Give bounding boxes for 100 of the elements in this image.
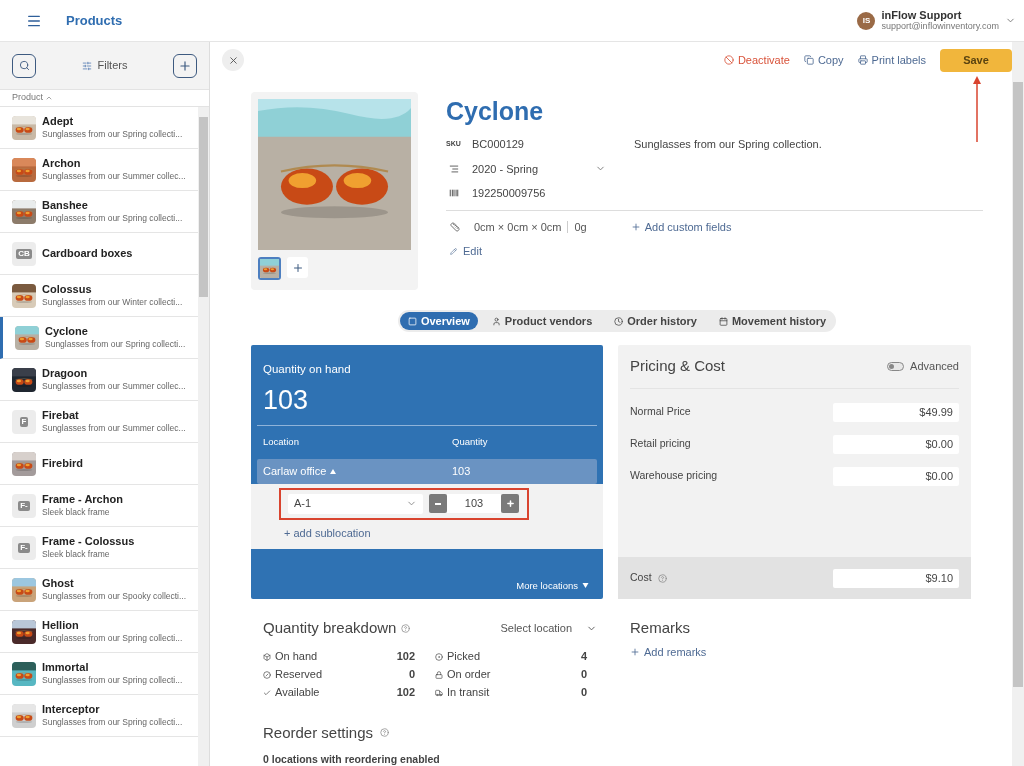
product-description: Sunglasses from our Summer collec... <box>42 169 186 183</box>
minus-icon <box>435 502 441 505</box>
product-description: Sunglasses from our Spring collecti... <box>42 631 183 645</box>
tab[interactable]: Order history <box>606 312 705 330</box>
location-quantity: 103 <box>452 463 471 479</box>
truck-icon <box>435 688 443 697</box>
help-icon <box>380 728 390 738</box>
more-locations-button[interactable]: More locations <box>516 578 589 593</box>
product-title: Cyclone <box>446 96 545 126</box>
product-name: Archon <box>42 156 82 170</box>
advanced-label: Advanced <box>910 359 959 375</box>
dimensions[interactable]: 0cm × 0cm × 0cm <box>474 218 562 235</box>
product-description: Sleek black frame <box>42 505 111 519</box>
scrollbar[interactable] <box>198 107 209 766</box>
product-name: Frame - Colossus <box>42 534 135 548</box>
quantity-total: 103 <box>263 384 310 417</box>
filters-button[interactable]: Filters <box>81 57 128 74</box>
lock-icon <box>435 670 443 679</box>
category-dropdown[interactable]: 2020 - Spring <box>446 160 606 177</box>
deactivate-button[interactable]: Deactivate <box>723 51 790 69</box>
breakdown-label: On hand <box>275 649 318 665</box>
clock-icon <box>614 316 624 326</box>
product-name: Interceptor <box>42 702 101 716</box>
person-icon <box>491 316 501 326</box>
price-input[interactable]: $0.00 <box>833 466 959 486</box>
breakdown-value: 102 <box>396 649 415 665</box>
breakdown-value: 0 <box>580 667 587 683</box>
calendar-icon <box>718 316 728 326</box>
product-description: Sunglasses from our Spring collecti... <box>42 715 183 729</box>
product-name: Adept <box>42 114 75 128</box>
location-select[interactable]: Select location <box>500 620 597 637</box>
breakdown-value: 0 <box>408 667 415 683</box>
location-name: Carlaw office <box>263 462 452 480</box>
price-input[interactable]: $0.00 <box>833 434 959 454</box>
product-name: Cyclone <box>45 324 89 338</box>
product-description: Sunglasses from our Summer collec... <box>42 379 186 393</box>
tab[interactable]: Overview <box>399 312 478 330</box>
blocked-icon <box>263 670 271 679</box>
breakdown-title: Quantity breakdown <box>263 618 397 638</box>
tab[interactable]: Product vendors <box>483 312 601 330</box>
price-label: Retail pricing <box>630 436 691 452</box>
product-name: Banshee <box>42 198 89 212</box>
description-field[interactable]: Sunglasses from our Spring collection. <box>634 136 983 194</box>
triangle-down-icon <box>582 583 589 589</box>
decrement-button[interactable] <box>429 494 447 513</box>
sku-value[interactable]: BC000129 <box>472 136 524 153</box>
product-name: Dragoon <box>42 366 89 380</box>
save-button[interactable]: Save <box>940 48 1012 72</box>
breakdown-label: Picked <box>447 649 481 665</box>
product-description: Sleek black frame <box>42 547 111 561</box>
plus-icon <box>291 261 304 274</box>
help-icon <box>401 623 411 633</box>
scrollbar[interactable] <box>1012 42 1024 766</box>
add-button[interactable] <box>173 53 197 78</box>
column-header: Quantity <box>452 435 488 450</box>
breakdown-value: 4 <box>580 649 587 665</box>
increment-button[interactable] <box>501 494 519 513</box>
check-icon <box>263 688 271 697</box>
product-list-item[interactable]: Cyclone Sunglasses from our Spring collecti... <box>0 317 198 359</box>
copy-button[interactable]: Copy <box>803 51 844 69</box>
account-menu[interactable]: IS inFlow Support support@inflowinventory.com <box>857 9 1016 32</box>
ruler-icon <box>450 221 460 232</box>
reorder-summary: 0 locations with reordering enabled <box>263 752 441 766</box>
product-name: Cardboard boxes <box>42 247 133 260</box>
barcode-value[interactable]: 192250009756 <box>472 185 546 202</box>
advanced-toggle[interactable] <box>887 362 905 371</box>
price-input[interactable]: $49.99 <box>833 402 959 422</box>
product-name: Frame - Archon <box>42 492 123 506</box>
print-button[interactable]: Print labels <box>857 51 926 69</box>
weight[interactable]: 0g <box>574 218 587 235</box>
pricing-title: Pricing & Cost <box>630 356 726 377</box>
cost-input[interactable]: $9.10 <box>833 568 959 588</box>
sort-header[interactable]: Product <box>12 91 54 105</box>
product-description: Sunglasses from our Spring collecti... <box>42 127 183 141</box>
close-button[interactable] <box>222 49 244 71</box>
quantity-input[interactable]: 103 <box>447 494 501 513</box>
add-sublocation-link[interactable]: + add sublocation <box>284 524 371 541</box>
placeholder-thumbnail: F <box>12 409 36 434</box>
annotation-arrow <box>973 76 981 142</box>
search-icon <box>18 60 30 71</box>
search-button[interactable] <box>12 53 36 78</box>
plus-icon <box>630 646 640 657</box>
plus-icon <box>505 499 515 508</box>
breakdown-value: 102 <box>396 685 415 701</box>
add-custom-fields-link[interactable]: Add custom fields <box>630 218 732 235</box>
product-description: Sunglasses from our Spring collecti... <box>45 337 186 351</box>
edit-link[interactable]: Edit <box>450 243 482 260</box>
cost-label: Cost <box>630 570 652 586</box>
box-icon <box>263 652 271 661</box>
square-icon <box>407 316 417 326</box>
breakdown-label: Available <box>275 685 320 701</box>
add-remarks-link[interactable]: Add remarks <box>630 643 707 660</box>
breakdown-label: Reserved <box>275 667 323 683</box>
product-name: Colossus <box>42 282 93 296</box>
tab[interactable]: Movement history <box>710 312 835 330</box>
add-image-button[interactable] <box>287 257 308 278</box>
print-icon <box>857 55 868 65</box>
pencil-icon <box>450 247 457 255</box>
sublocation-dropdown[interactable]: A-1 <box>288 493 423 514</box>
sliders-icon <box>81 60 92 71</box>
